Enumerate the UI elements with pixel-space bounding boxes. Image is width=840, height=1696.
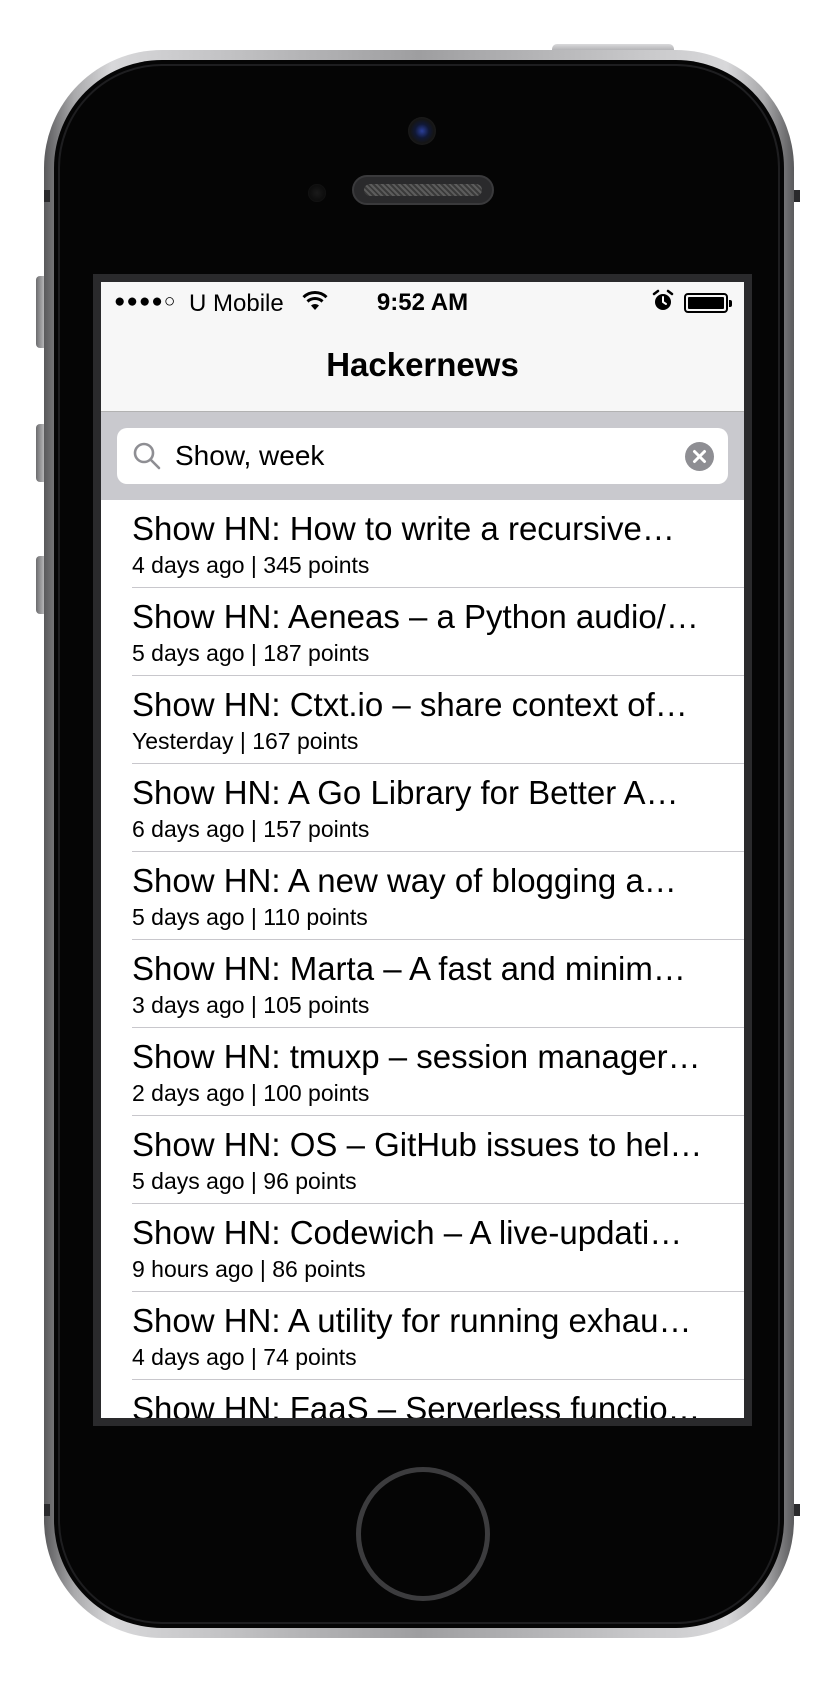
- alarm-icon: [652, 289, 674, 310]
- story-meta: 5 days ago | 110 points: [132, 904, 368, 930]
- story-title: Show HN: A utility for running exhau…: [132, 1302, 692, 1339]
- story-row[interactable]: Show HN: Codewich – A live-updati… 9 hou…: [132, 1204, 744, 1292]
- story-row[interactable]: Show HN: OS – GitHub issues to hel… 5 da…: [132, 1116, 744, 1204]
- search-bar: [101, 412, 744, 500]
- nav-title: Hackernews: [326, 346, 519, 383]
- story-meta: Yesterday | 167 points: [132, 728, 359, 754]
- story-meta: 4 days ago | 345 points: [132, 552, 370, 578]
- story-title: Show HN: tmuxp – session manager…: [132, 1038, 701, 1075]
- story-row[interactable]: Show HN: FaaS – Serverless functio…: [132, 1380, 744, 1418]
- story-row[interactable]: Show HN: Ctxt.io – share context of… Yes…: [132, 676, 744, 764]
- story-title: Show HN: Marta – A fast and minim…: [132, 950, 686, 987]
- story-list: Show HN: How to write a recursive… 4 day…: [101, 500, 744, 1418]
- story-meta: 4 days ago | 74 points: [132, 1344, 357, 1370]
- antenna-line: [44, 190, 50, 202]
- story-row[interactable]: Show HN: A utility for running exhau… 4 …: [132, 1292, 744, 1380]
- story-title: Show HN: A Go Library for Better A…: [132, 774, 679, 811]
- story-title: Show HN: Aeneas – a Python audio/…: [132, 598, 699, 635]
- story-meta: 5 days ago | 96 points: [132, 1168, 357, 1194]
- story-title: Show HN: How to write a recursive…: [132, 510, 675, 547]
- story-meta: 9 hours ago | 86 points: [132, 1256, 366, 1282]
- story-title: Show HN: FaaS – Serverless functio…: [132, 1390, 701, 1418]
- story-row[interactable]: Show HN: tmuxp – session manager… 2 days…: [132, 1028, 744, 1116]
- story-title: Show HN: Ctxt.io – share context of…: [132, 686, 688, 723]
- front-camera: [408, 117, 436, 145]
- story-meta: 3 days ago | 105 points: [132, 992, 370, 1018]
- earpiece-speaker: [352, 175, 494, 205]
- story-meta: 2 days ago | 100 points: [132, 1080, 370, 1106]
- antenna-line: [44, 1504, 50, 1516]
- proximity-sensor: [308, 184, 326, 202]
- story-row[interactable]: Show HN: Marta – A fast and minim… 3 day…: [132, 940, 744, 1028]
- story-title: Show HN: A new way of blogging a…: [132, 862, 677, 899]
- story-title: Show HN: OS – GitHub issues to hel…: [132, 1126, 703, 1163]
- story-row[interactable]: Show HN: How to write a recursive… 4 day…: [132, 500, 744, 588]
- app-screen: ●●●●○ U Mobile 9:52 AM Hackernews Show, …: [101, 282, 744, 1418]
- battery-icon: [684, 293, 732, 313]
- story-meta: 6 days ago | 157 points: [132, 816, 370, 842]
- antenna-line: [794, 1504, 800, 1516]
- story-row[interactable]: Show HN: A new way of blogging a… 5 days…: [132, 852, 744, 940]
- story-row[interactable]: Show HN: A Go Library for Better A… 6 da…: [132, 764, 744, 852]
- clear-search-icon[interactable]: [685, 442, 714, 471]
- story-title: Show HN: Codewich – A live-updati…: [132, 1214, 683, 1251]
- navigation-bar: Hackernews: [101, 324, 744, 412]
- home-button[interactable]: [356, 1467, 490, 1601]
- status-time: 9:52 AM: [376, 289, 469, 316]
- status-bar: ●●●●○ U Mobile 9:52 AM: [101, 282, 744, 324]
- story-row[interactable]: Show HN: Aeneas – a Python audio/… 5 day…: [132, 588, 744, 676]
- search-icon: [133, 442, 161, 470]
- search-field[interactable]: [117, 428, 728, 484]
- story-meta: 5 days ago | 187 points: [132, 640, 370, 666]
- antenna-line: [794, 190, 800, 202]
- search-input[interactable]: [175, 428, 655, 484]
